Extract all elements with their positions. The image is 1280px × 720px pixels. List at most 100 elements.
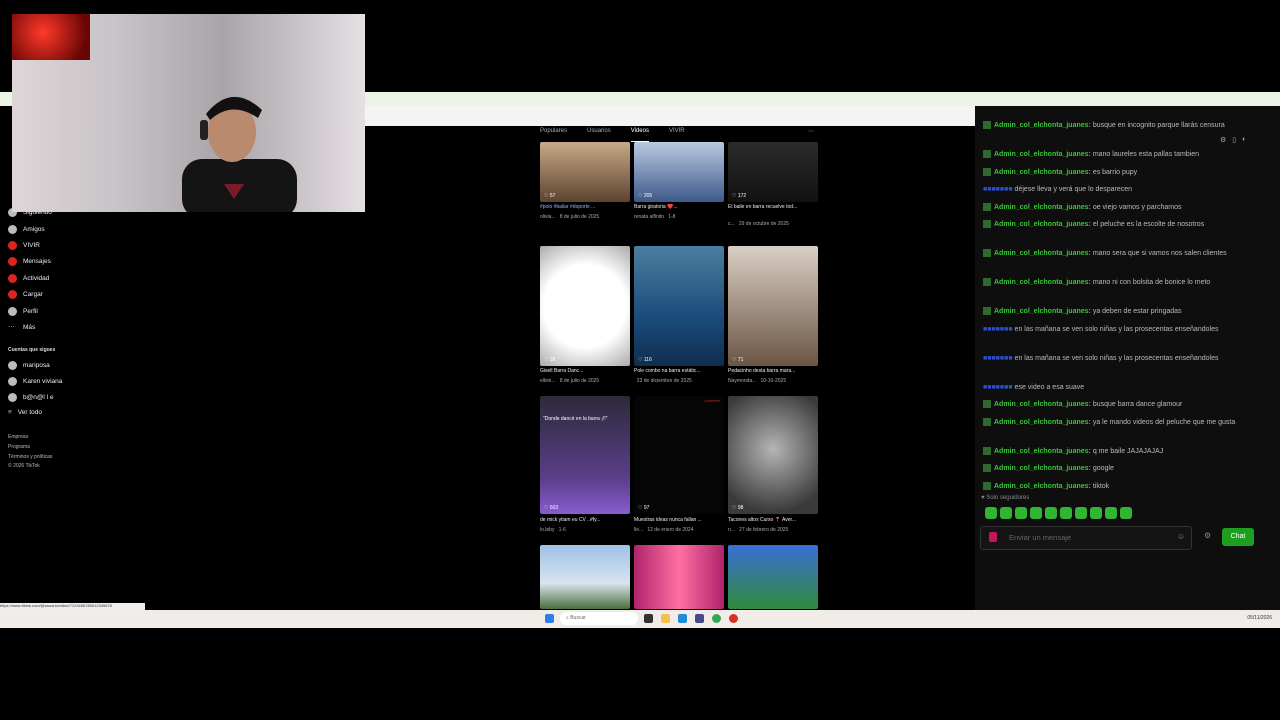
footer-link[interactable]: Programa xyxy=(8,444,30,450)
file-explorer-icon[interactable] xyxy=(661,614,670,623)
user-badge-icon xyxy=(983,417,991,426)
chat-input-placeholder: Enviar un mensaje xyxy=(1009,533,1072,542)
tab-users[interactable]: Usuarios xyxy=(587,128,611,142)
chat-username-hidden[interactable]: ■■■■■■■ xyxy=(983,326,1015,333)
following-account[interactable]: b@n@l l e xyxy=(8,393,54,402)
following-account[interactable]: Karen viviana xyxy=(8,377,62,386)
task-view-icon[interactable] xyxy=(644,614,653,623)
chat-username-hidden[interactable]: ■■■■■■■ xyxy=(983,355,1015,362)
sidebar-item-friends[interactable]: Amigos xyxy=(8,225,45,234)
like-count: ♡ 603 xyxy=(544,505,559,511)
sidebar-item-live[interactable]: VIVIR xyxy=(8,241,40,250)
video-thumbnail[interactable]: "Donde dancé en la barra ¡!!" ♡ 603 xyxy=(540,396,630,514)
avatar[interactable]: ◐ xyxy=(1242,136,1246,144)
clock: 05/11/2026 xyxy=(1247,615,1272,621)
footer-link[interactable]: Empresa xyxy=(8,434,28,440)
emote-icon[interactable] xyxy=(1075,507,1087,519)
footer-link[interactable]: Términos y políticas xyxy=(8,454,52,460)
app-icon[interactable] xyxy=(695,614,704,623)
tab-live[interactable]: VIVIR xyxy=(669,128,685,142)
more-options-icon[interactable]: ⋯ xyxy=(808,128,814,142)
emote-icon[interactable] xyxy=(1000,507,1012,519)
emote-icon[interactable] xyxy=(1120,507,1132,519)
video-title[interactable]: El baile en barra recuelve tod... xyxy=(728,204,818,210)
video-title[interactable]: Pole combo na barra estátic... xyxy=(634,368,724,374)
chat-message: Admin_col_elchonta_juanes: q me baile JA… xyxy=(983,446,1248,457)
chat-username[interactable]: Admin_col_elchonta_juanes: xyxy=(994,122,1091,129)
video-title[interactable]: Gisell Barra Danc... xyxy=(540,368,630,374)
chat-username[interactable]: Admin_col_elchonta_juanes: xyxy=(994,308,1091,315)
chat-username[interactable]: Admin_col_elchonta_juanes: xyxy=(994,401,1091,408)
chat-username[interactable]: Admin_col_elchonta_juanes: xyxy=(994,419,1091,426)
emote-icon[interactable] xyxy=(1105,507,1117,519)
video-thumbnail[interactable]: ♡ 116 xyxy=(634,246,724,366)
chat-username[interactable]: Admin_col_elchonta_juanes: xyxy=(994,448,1091,455)
subscribers-only-label: ♥ Solo seguidores xyxy=(981,495,1030,501)
gift-icon[interactable] xyxy=(989,532,997,542)
emote-icon[interactable] xyxy=(985,507,997,519)
chat-input[interactable]: Enviar un mensaje ☺ xyxy=(980,526,1192,550)
popout-icon[interactable]: ▯ xyxy=(1232,136,1236,144)
video-title[interactable]: Barra giratoria ❤️... xyxy=(634,204,724,210)
chat-username[interactable]: Admin_col_elchonta_juanes: xyxy=(994,204,1091,211)
led-light-panel xyxy=(12,14,90,60)
video-thumbnail[interactable] xyxy=(728,545,818,609)
video-thumbnail[interactable] xyxy=(540,545,630,609)
send-button[interactable]: Chat xyxy=(1222,528,1254,546)
chat-text: busque barra dance glamour xyxy=(1092,401,1183,408)
sidebar-item-more[interactable]: ⋯ Más xyxy=(8,323,35,332)
sidebar-item-upload[interactable]: Cargar xyxy=(8,290,43,299)
chat-username-hidden[interactable]: ■■■■■■■ xyxy=(983,384,1015,391)
chat-username-hidden[interactable]: ■■■■■■■ xyxy=(983,186,1015,193)
tab-videos[interactable]: Videos xyxy=(630,128,649,142)
video-thumbnail[interactable] xyxy=(634,545,724,609)
emote-icon[interactable] xyxy=(1030,507,1042,519)
chat-username[interactable]: Admin_col_elchonta_juanes: xyxy=(994,151,1091,158)
emote-icon[interactable] xyxy=(1090,507,1102,519)
chat-settings-icon[interactable]: ⚙ xyxy=(1204,531,1211,540)
obs-icon[interactable] xyxy=(729,614,738,623)
chat-text: mano sera que si vamos nos salen cliente… xyxy=(1092,250,1227,257)
chat-message: Admin_col_elchonta_juanes: mano sera que… xyxy=(983,248,1248,259)
chat-username[interactable]: Admin_col_elchonta_juanes: xyxy=(994,169,1091,176)
video-title[interactable]: #polo #bailar #doporte ... xyxy=(540,204,630,210)
chat-username[interactable]: Admin_col_elchonta_juanes: xyxy=(994,279,1091,286)
chrome-icon[interactable] xyxy=(712,614,721,623)
video-thumbnail[interactable]: ♡ 38 xyxy=(540,246,630,366)
video-meta: c... 29 de octubre de 2025 xyxy=(728,221,789,227)
chat-message: Admin_col_elchonta_juanes: mano laureles… xyxy=(983,149,1248,160)
windows-start-icon[interactable] xyxy=(545,614,554,623)
taskbar-search[interactable]: ⌕ Buscar xyxy=(560,612,638,625)
chat-text: mano ni con bolsita de bonice lo meto xyxy=(1092,279,1211,286)
emote-icon[interactable] xyxy=(1060,507,1072,519)
chat-username[interactable]: Admin_col_elchonta_juanes: xyxy=(994,465,1091,472)
video-title[interactable]: Muestras ideas nunca fallan ... xyxy=(634,517,724,523)
emoji-icon[interactable]: ☺ xyxy=(1177,532,1185,541)
video-thumbnail[interactable]: ♡ 98 xyxy=(728,396,818,514)
sidebar-item-profile[interactable]: Perfil xyxy=(8,307,38,316)
tab-popular[interactable]: Populares xyxy=(540,128,567,142)
settings-icon[interactable]: ⚙ xyxy=(1220,136,1226,144)
chat-text: déjese lleva y verá que lo desparecen xyxy=(1014,186,1133,193)
chat-username[interactable]: Admin_col_elchonta_juanes: xyxy=(994,221,1091,228)
sidebar-item-activity[interactable]: Actividad xyxy=(8,274,49,283)
chat-username[interactable]: Admin_col_elchonta_juanes: xyxy=(994,250,1091,257)
video-thumbnail[interactable]: ♡ 205 xyxy=(634,142,724,202)
video-title[interactable]: de mick ytiam eu CV ..#fy... xyxy=(540,517,630,523)
video-thumbnail[interactable]: pinterest ♡ 97 xyxy=(634,396,724,514)
video-thumbnail[interactable]: ♡ 172 xyxy=(728,142,818,202)
video-meta: lle... 12 de enero de 2024 xyxy=(634,527,694,533)
chat-username[interactable]: Admin_col_elchonta_juanes: xyxy=(994,483,1091,490)
see-all-link[interactable]: ≡ Ver todo xyxy=(8,409,42,416)
video-thumbnail[interactable]: ♡ 57 xyxy=(540,142,630,202)
user-badge-icon xyxy=(983,446,991,455)
sidebar-item-messages[interactable]: Mensajes xyxy=(8,257,51,266)
following-account[interactable]: mariposa xyxy=(8,361,50,370)
edge-icon[interactable] xyxy=(678,614,687,623)
video-thumbnail[interactable]: ♡ 71 xyxy=(728,246,818,366)
chat-text: q me baile JAJAJAJAJ xyxy=(1092,447,1164,455)
video-title[interactable]: Tacones altos Curso 📍 Aver... xyxy=(728,517,818,523)
emote-icon[interactable] xyxy=(1045,507,1057,519)
video-title[interactable]: Pedacinho desta barra mara... xyxy=(728,368,818,374)
emote-icon[interactable] xyxy=(1015,507,1027,519)
